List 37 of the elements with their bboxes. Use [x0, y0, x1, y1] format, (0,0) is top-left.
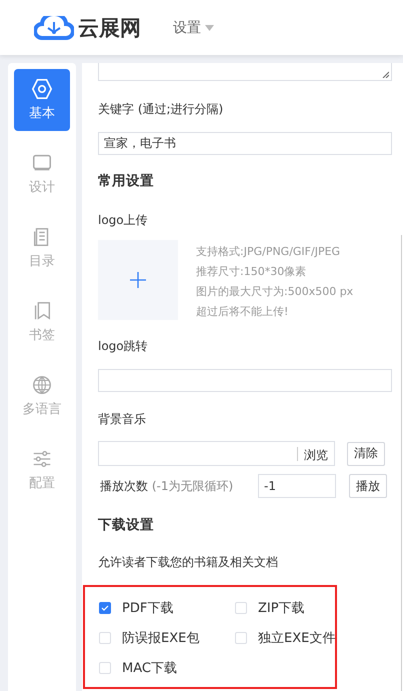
section-heading: 下载设置	[98, 516, 155, 534]
field-label: 关键字 (通过;进行分隔)	[98, 101, 224, 118]
field-label: 播放次数 (-1为无限循环)	[99, 478, 234, 494]
music-file-field[interactable]: 浏览	[98, 441, 335, 466]
logo-link-input[interactable]	[98, 369, 392, 392]
download-checkbox[interactable]: 独立EXE文件	[235, 629, 339, 647]
check-icon	[101, 605, 109, 611]
description-textarea[interactable]	[98, 63, 392, 81]
download-checkbox[interactable]: PDF下载	[99, 599, 235, 617]
upload-hint: 推荐尺寸:150*30像素	[196, 264, 308, 280]
play-button[interactable]: 播放	[349, 474, 387, 498]
keywords-input[interactable]: 宣家，电子书	[98, 132, 392, 155]
hexagon-icon	[31, 78, 53, 100]
upload-hint: 支持格式:JPG/PNG/GIF/JPEG	[196, 244, 342, 260]
globe-icon	[31, 374, 53, 396]
section-heading: 常用设置	[98, 172, 155, 190]
upload-hint: 超过后将不能上传!	[196, 304, 290, 320]
settings-menu[interactable]: 设置	[173, 18, 214, 36]
field-label: 背景音乐	[98, 411, 147, 428]
download-checkbox[interactable]: MAC下载	[99, 659, 235, 677]
browse-button[interactable]: 浏览	[297, 446, 332, 460]
caret-icon	[205, 24, 214, 30]
field-label: logo跳转	[98, 338, 149, 355]
resize-grip-icon	[382, 71, 389, 78]
field-label: logo上传	[98, 212, 149, 229]
upload-box[interactable]	[98, 240, 178, 320]
brand-name: 云展网	[78, 14, 141, 42]
sliders-icon	[31, 448, 53, 470]
sidebar-tab[interactable]: 基本	[14, 69, 70, 131]
download-description: 允许读者下载您的书籍及相关文档	[98, 554, 279, 571]
upload-hint: 图片的最大尺寸为:500x500 px	[196, 284, 354, 300]
play-count-input[interactable]: -1	[258, 474, 336, 498]
download-checkbox[interactable]: 防误报EXE包	[99, 629, 235, 647]
clear-button[interactable]: 清除	[347, 442, 385, 466]
plus-icon	[130, 272, 146, 288]
cloud-logo-icon	[34, 16, 74, 40]
download-checkbox[interactable]: ZIP下载	[235, 599, 339, 617]
